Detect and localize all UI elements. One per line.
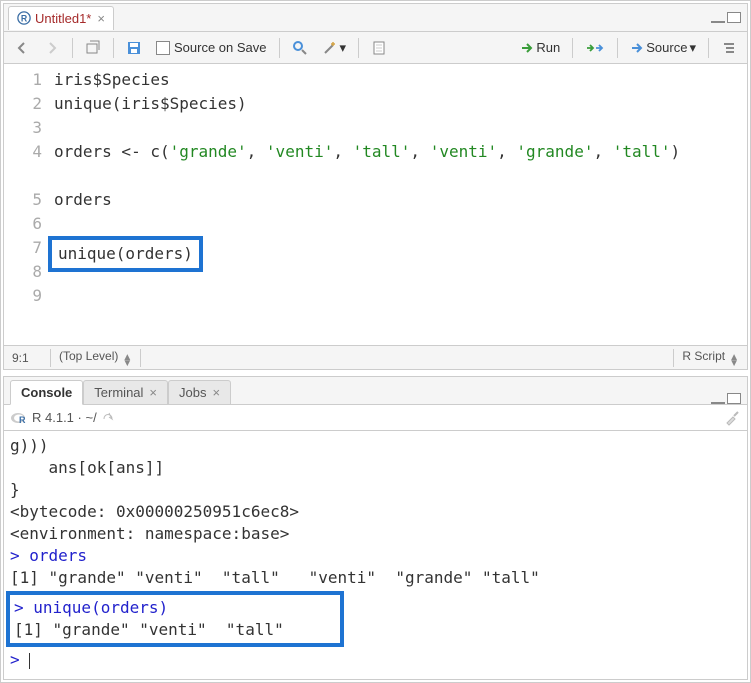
console-output[interactable]: g))) ans[ok[ans]]}<bytecode: 0x000002509… (4, 431, 747, 679)
console-panel: Console Terminal× Jobs× R R 4.1.1 · ~/ g… (3, 376, 748, 680)
source-panel: R Untitled1* × Source on Save ▾ Run Sour… (3, 3, 748, 370)
language-selector[interactable]: R Script▲▼ (673, 349, 747, 367)
run-label: Run (536, 40, 560, 55)
forward-button[interactable] (40, 38, 64, 58)
clear-console-button[interactable] (723, 409, 741, 427)
outline-icon (721, 40, 737, 56)
close-tab-icon[interactable]: × (97, 11, 105, 26)
console-info-bar: R R 4.1.1 · ~/ (4, 405, 747, 431)
run-arrow-icon (520, 42, 536, 54)
source-button[interactable]: Source▾ (626, 38, 700, 58)
updown-arrows-icon: ▲▼ (729, 355, 739, 367)
wand-icon (322, 40, 338, 56)
chevron-down-icon: ▾ (689, 40, 696, 56)
wand-button[interactable]: ▾ (318, 38, 351, 58)
window-controls (711, 12, 741, 23)
updown-arrows-icon: ▲▼ (122, 355, 132, 367)
console-tabbar: Console Terminal× Jobs× (4, 377, 747, 405)
line-gutter: 123456789 (4, 64, 50, 345)
code-editor[interactable]: 123456789 iris$Speciesunique(iris$Specie… (4, 64, 747, 345)
save-button[interactable] (122, 38, 146, 58)
minimize-icon[interactable] (711, 402, 725, 404)
source-toolbar: Source on Save ▾ Run Source▾ (4, 32, 747, 64)
scope-selector[interactable]: (Top Level)▲▼ (50, 349, 141, 367)
source-statusbar: 9:1 (Top Level)▲▼ R Script▲▼ (4, 345, 747, 369)
popout-icon (85, 40, 101, 56)
window-controls (711, 393, 741, 404)
arrow-left-icon (14, 40, 30, 56)
search-icon (292, 40, 308, 56)
outline-button[interactable] (717, 38, 741, 58)
notebook-icon (371, 40, 387, 56)
tab-title: Untitled1* (35, 11, 91, 26)
arrow-right-icon (44, 40, 60, 56)
report-button[interactable] (367, 38, 391, 58)
rerun-icon (585, 41, 605, 55)
terminal-tab[interactable]: Terminal× (83, 380, 168, 405)
r-file-icon: R (17, 11, 31, 25)
minimize-icon[interactable] (711, 21, 725, 23)
working-dir: ~/ (85, 410, 96, 425)
r-logo-icon: R (10, 410, 26, 426)
share-icon[interactable] (101, 411, 115, 425)
back-button[interactable] (10, 38, 34, 58)
svg-text:R: R (21, 14, 28, 24)
source-arrow-icon (630, 42, 646, 54)
source-label: Source (646, 40, 687, 55)
run-button[interactable]: Run (516, 38, 564, 57)
cursor-position: 9:1 (4, 351, 50, 365)
save-icon (126, 40, 142, 56)
r-version: R 4.1.1 (32, 410, 74, 425)
brush-icon (723, 409, 741, 427)
console-tab[interactable]: Console (10, 380, 83, 405)
close-icon[interactable]: × (149, 385, 157, 400)
source-tabbar: R Untitled1* × (4, 4, 747, 32)
close-icon[interactable]: × (212, 385, 220, 400)
source-file-tab[interactable]: R Untitled1* × (8, 6, 114, 30)
maximize-icon[interactable] (727, 12, 741, 23)
find-button[interactable] (288, 38, 312, 58)
source-on-save-label: Source on Save (174, 40, 267, 55)
rerun-button[interactable] (581, 39, 609, 57)
checkbox-icon (156, 41, 170, 55)
code-content[interactable]: iris$Speciesunique(iris$Species) orders … (50, 64, 747, 345)
chevron-down-icon: ▾ (340, 40, 347, 56)
svg-text:R: R (19, 415, 26, 425)
maximize-icon[interactable] (727, 393, 741, 404)
jobs-tab[interactable]: Jobs× (168, 380, 231, 405)
popout-button[interactable] (81, 38, 105, 58)
source-on-save-checkbox[interactable]: Source on Save (152, 38, 271, 57)
